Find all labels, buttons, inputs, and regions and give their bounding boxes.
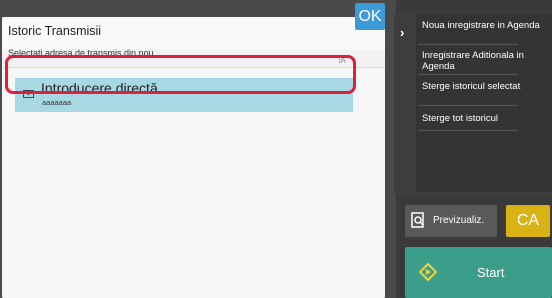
delete-selected-history-button[interactable]: Sterge istoricul selectat	[422, 81, 542, 92]
list-item-address: aaaaaaa	[42, 98, 72, 107]
ca-button[interactable]: CA	[506, 205, 550, 237]
divider	[418, 74, 518, 75]
divider	[418, 105, 518, 106]
new-address-book-entry-button[interactable]: Noua inregistrare in Agenda	[422, 20, 542, 31]
preview-icon	[411, 212, 424, 228]
divider	[418, 44, 518, 45]
dialog-title: Istoric Transmisii	[8, 24, 102, 38]
delete-all-history-button[interactable]: Sterge tot istoricul	[422, 113, 542, 124]
main-area: Istoric Transmisii Selectati adresa de t…	[0, 0, 396, 298]
start-label: Start	[477, 265, 505, 280]
start-icon	[419, 263, 437, 281]
selection-highlight	[5, 55, 356, 94]
preview-button[interactable]: Previzualiz.	[405, 205, 497, 237]
divider	[418, 130, 518, 131]
add-to-address-book-button[interactable]: Inregistrare Aditionala in Agenda	[422, 50, 542, 72]
ok-button[interactable]: OK	[355, 3, 385, 30]
dialog-titlebar: Istoric Transmisii	[2, 17, 385, 49]
action-panel	[416, 14, 552, 192]
chevron-right-icon[interactable]: ›	[400, 25, 404, 40]
start-button[interactable]: Start	[405, 247, 552, 298]
history-list: Introducere directă aaaaaaa	[2, 67, 385, 298]
preview-label: Previzualiz.	[433, 215, 485, 226]
